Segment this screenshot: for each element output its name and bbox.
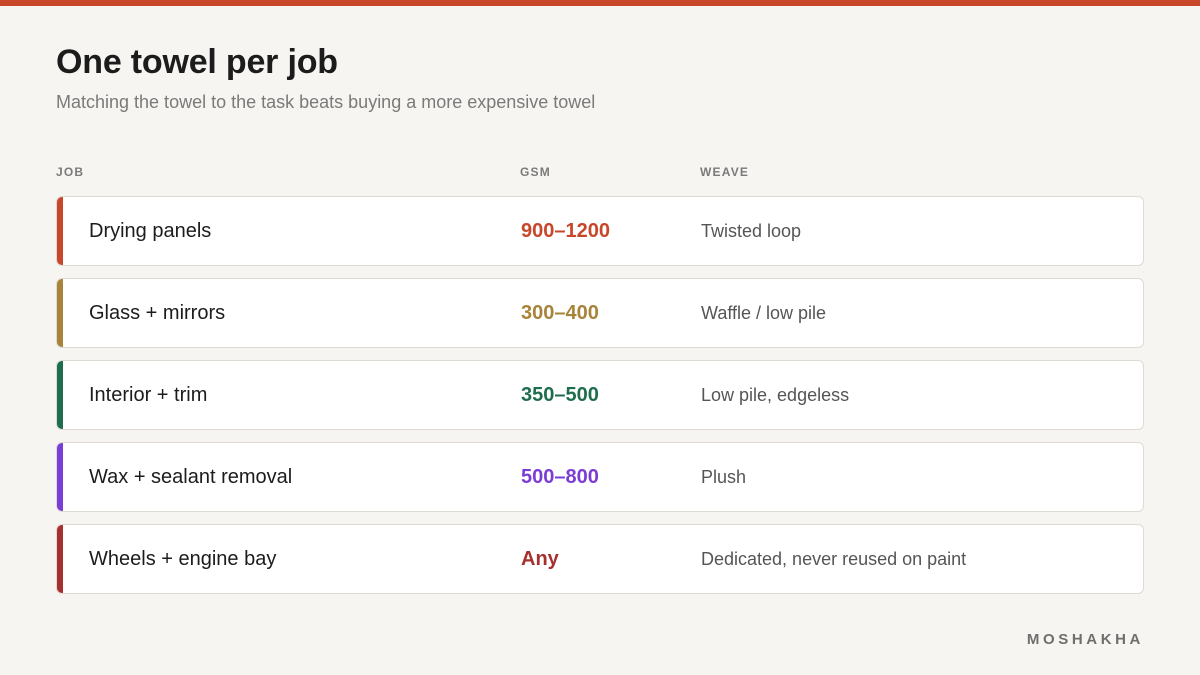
top-accent-bar [0, 0, 1200, 6]
row-weave: Plush [701, 467, 747, 487]
towel-table: Drying panels 900–1200 Twisted loop Glas… [56, 196, 1144, 606]
row-color-stripe [57, 197, 63, 265]
row-gsm: 500–800 [521, 466, 599, 488]
table-row: Glass + mirrors 300–400 Waffle / low pil… [56, 278, 1144, 348]
row-job: Interior + trim [89, 384, 208, 406]
column-header-gsm: GSM [520, 165, 551, 179]
row-job: Glass + mirrors [89, 302, 226, 324]
row-job: Wax + sealant removal [89, 466, 293, 488]
row-weave: Dedicated, never reused on paint [701, 549, 967, 569]
row-job: Wheels + engine bay [89, 548, 277, 570]
brand-wordmark: MOSHAKHA [1026, 631, 1144, 648]
table-row: Wheels + engine bay Any Dedicated, never… [56, 524, 1144, 594]
table-row: Wax + sealant removal 500–800 Plush [56, 442, 1144, 512]
row-weave: Low pile, edgeless [701, 385, 850, 405]
column-header-job: JOB [56, 165, 85, 179]
row-gsm: Any [521, 548, 559, 570]
row-job: Drying panels [89, 220, 212, 242]
page-subtitle: Matching the towel to the task beats buy… [56, 92, 596, 112]
column-header-weave: WEAVE [700, 165, 750, 179]
row-weave: Twisted loop [701, 221, 802, 241]
row-color-stripe [57, 443, 63, 511]
row-color-stripe [57, 361, 63, 429]
page-title: One towel per job [56, 43, 338, 81]
row-color-stripe [57, 279, 63, 347]
table-row: Drying panels 900–1200 Twisted loop [56, 196, 1144, 266]
row-weave: Waffle / low pile [701, 303, 827, 323]
row-gsm: 900–1200 [521, 220, 610, 242]
row-gsm: 350–500 [521, 384, 599, 406]
row-gsm: 300–400 [521, 302, 599, 324]
row-color-stripe [57, 525, 63, 593]
table-row: Interior + trim 350–500 Low pile, edgele… [56, 360, 1144, 430]
